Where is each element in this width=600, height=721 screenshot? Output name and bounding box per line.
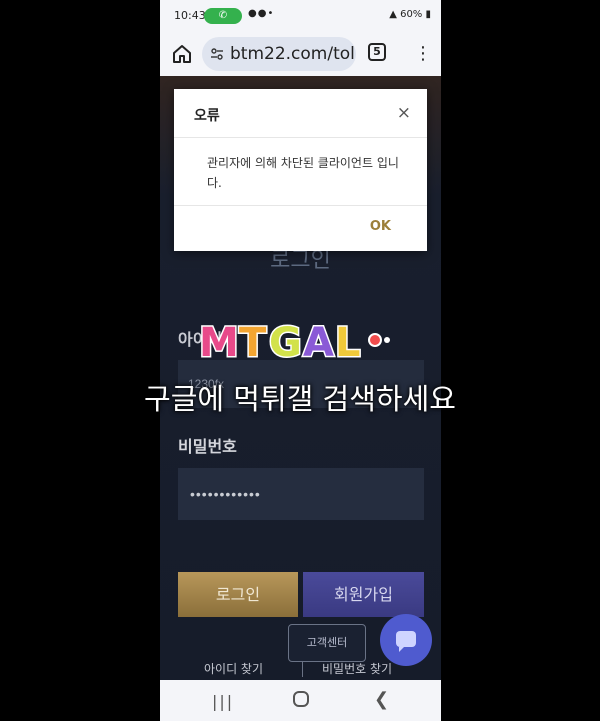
- dialog-divider: [174, 205, 427, 206]
- customer-center-button[interactable]: 고객센터: [288, 624, 366, 662]
- svg-text:G: G: [269, 320, 302, 362]
- watermark-logo: M T G A L: [198, 319, 390, 362]
- recents-icon[interactable]: |||: [212, 692, 234, 711]
- login-button[interactable]: 로그인: [178, 572, 298, 617]
- error-dialog: 오류 × 관리자에 의해 차단된 클라이언트 입니다. OK: [174, 89, 427, 251]
- url-text: btm22.com/tol: [230, 44, 354, 64]
- status-time: 10:43: [174, 9, 206, 22]
- more-menu-icon[interactable]: ⋮: [414, 42, 432, 66]
- status-bar: 10:43 ✆ ●●• ▲ 60% ▮: [160, 0, 441, 32]
- password-input[interactable]: [178, 468, 424, 520]
- notification-icons: ●●•: [248, 8, 275, 19]
- home-icon[interactable]: [170, 42, 194, 66]
- tab-switcher-button[interactable]: 5: [368, 43, 386, 61]
- dialog-divider: [174, 137, 427, 138]
- password-label: 비밀번호: [178, 437, 237, 456]
- back-icon[interactable]: ❮: [374, 689, 389, 710]
- browser-toolbar: btm22.com/tol 5 ⋮: [160, 32, 441, 76]
- battery-icon: ▮: [422, 9, 431, 20]
- signal-icon: ▲: [389, 9, 397, 20]
- svg-text:A: A: [303, 320, 334, 362]
- system-indicators: ▲ 60% ▮: [389, 9, 431, 20]
- address-bar[interactable]: btm22.com/tol: [202, 37, 356, 71]
- svg-text:M: M: [199, 320, 239, 362]
- nav-home-icon[interactable]: [293, 691, 309, 707]
- chat-button[interactable]: [380, 614, 432, 666]
- svg-text:T: T: [239, 320, 267, 362]
- close-icon[interactable]: ×: [397, 103, 411, 123]
- battery-percent: 60%: [400, 9, 423, 20]
- find-password-link[interactable]: 비밀번호 찾기: [322, 660, 392, 677]
- chat-icon: [396, 631, 416, 652]
- watermark-text: 구글에 먹튀갤 검색하세요: [144, 382, 456, 416]
- signup-button[interactable]: 회원가입: [303, 572, 424, 617]
- svg-text:L: L: [335, 320, 361, 362]
- link-divider: [302, 661, 303, 677]
- dialog-title: 오류: [194, 108, 220, 124]
- ok-button[interactable]: OK: [370, 219, 391, 234]
- find-id-link[interactable]: 아이디 찾기: [204, 660, 263, 677]
- dialog-message: 관리자에 의해 차단된 클라이언트 입니다.: [207, 156, 399, 190]
- call-active-icon[interactable]: ✆: [204, 8, 242, 24]
- site-settings-icon[interactable]: [210, 47, 224, 61]
- android-nav-bar: ||| ❮: [160, 680, 441, 721]
